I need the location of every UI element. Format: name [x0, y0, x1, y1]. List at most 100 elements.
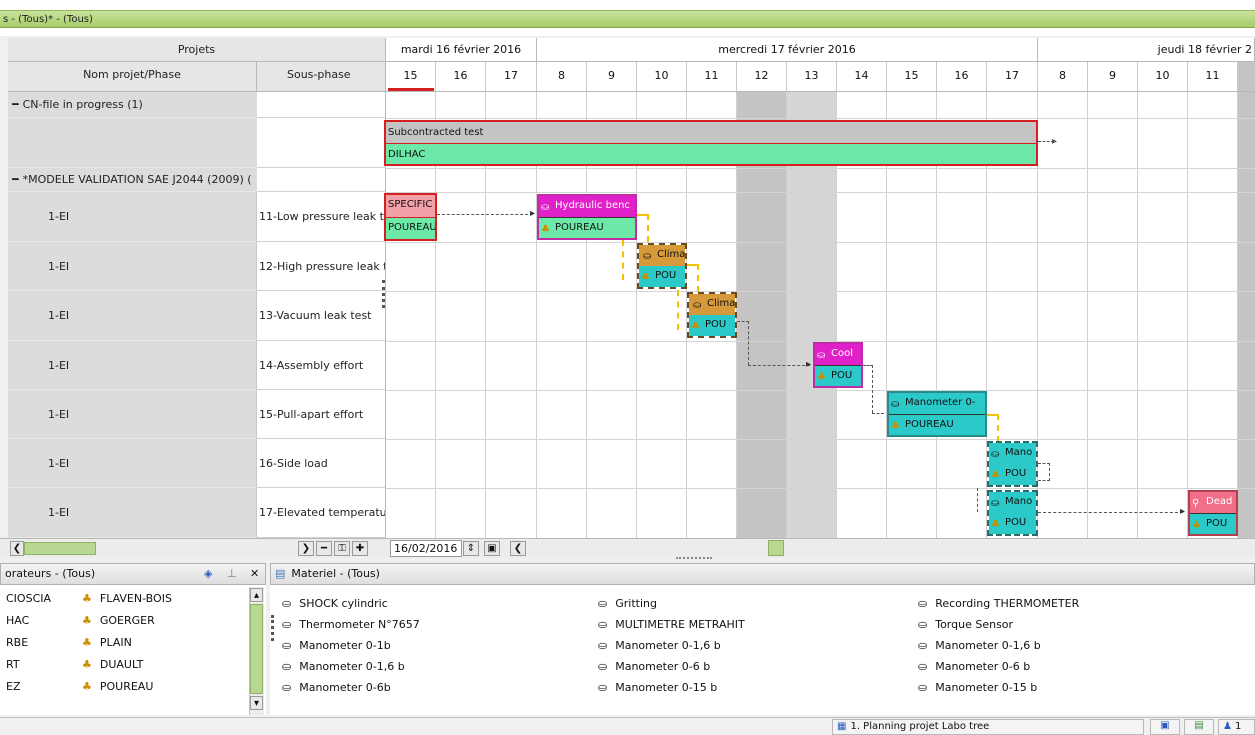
- hydraulic-task[interactable]: ⛀ Hydraulic benc ♣ POUREAU: [537, 194, 637, 240]
- equipment-icon: ⛀: [918, 681, 928, 694]
- equipment-icon: ⛀: [598, 597, 608, 610]
- collapse-all-button[interactable]: ━: [316, 541, 332, 556]
- equipment-icon: ⛀: [991, 449, 1000, 460]
- status-task[interactable]: ▦ 1. Planning projet Labo tree: [832, 719, 1144, 735]
- grid-row: [386, 488, 1255, 489]
- task-row-name[interactable]: 1-EI: [8, 341, 257, 390]
- gantt-scroll-left[interactable]: ❮: [510, 541, 526, 556]
- task-row-subphase[interactable]: 13-Vacuum leak test: [257, 291, 386, 341]
- cool-label: ⛀ Cool: [815, 344, 861, 365]
- cool-task[interactable]: ⛀ Cool ♣ POU: [813, 342, 863, 388]
- collab-name[interactable]: HAC: [6, 609, 66, 631]
- panel-splitter[interactable]: [676, 557, 712, 560]
- arrow-right-icon: ▸: [530, 208, 536, 219]
- specific-task[interactable]: SPECIFIC POUREAU: [384, 193, 437, 241]
- date-spinner-icon[interactable]: ⇕: [463, 541, 479, 556]
- user-count[interactable]: ♟ 1: [1218, 719, 1255, 735]
- materiel-item[interactable]: ⛀ Gritting: [598, 593, 888, 614]
- grid-row: [386, 291, 1255, 292]
- splitter-handle[interactable]: [382, 280, 385, 308]
- monitor-icon[interactable]: ▣: [1150, 719, 1180, 735]
- materiel-item[interactable]: ⛀ MULTIMETRE METRAHIT: [598, 614, 888, 635]
- task-row-subphase[interactable]: 15-Pull-apart effort: [257, 390, 386, 439]
- clima-task-1[interactable]: ⛀ Clima ♣ POU: [637, 243, 687, 289]
- toolbar-row: [0, 538, 1255, 558]
- sous-phase-label: Sous-phase: [287, 68, 351, 81]
- lock-icon[interactable]: ⚿: [334, 541, 350, 556]
- mano-task-2[interactable]: ⛀ Mano ♣ POU: [987, 490, 1038, 536]
- equipment-icon: ⛀: [643, 251, 652, 262]
- manometer-task[interactable]: ⛀ Manometer 0- ♣ POUREAU: [887, 391, 987, 437]
- materiel-item[interactable]: ⛀ Manometer 0-1,6 b: [282, 656, 572, 677]
- collapse-icon[interactable]: ━: [12, 173, 19, 186]
- materiel-icon: ▤: [275, 567, 286, 580]
- header-sous-phase[interactable]: Sous-phase A↓: [257, 62, 386, 107]
- calendar-icon[interactable]: ▣: [484, 541, 500, 556]
- day-header-wed: mercredi 17 février 2016: [537, 38, 1038, 62]
- header-nom-projet[interactable]: Nom projet/Phase: [8, 62, 257, 92]
- collab-item[interactable]: ♣ GOERGER: [82, 609, 242, 631]
- pin-icon[interactable]: ◈: [204, 564, 212, 584]
- task-row-subphase[interactable]: 14-Assembly effort: [257, 341, 386, 390]
- materiel-item[interactable]: ⛀ Manometer 0-15 b: [598, 677, 888, 698]
- collab-item[interactable]: ♣ DUAULT: [82, 653, 242, 675]
- mano-task-1[interactable]: ⛀ Mano ♣ POU: [987, 441, 1038, 487]
- task-row-subphase[interactable]: 16-Side load: [257, 439, 386, 488]
- thumbtack-icon[interactable]: ⊥: [227, 564, 237, 584]
- collab-name[interactable]: RT: [6, 653, 66, 675]
- collab-item[interactable]: ♣ PLAIN: [82, 631, 242, 653]
- materiel-item[interactable]: ⛀ Manometer 0-6b: [282, 677, 572, 698]
- person-icon: ♣: [541, 224, 550, 235]
- calendar-grid-icon[interactable]: ▤: [1184, 719, 1214, 735]
- collab-item[interactable]: ♣ POUREAU: [82, 675, 242, 697]
- task-row-subphase[interactable]: 12-High pressure leak te: [257, 242, 386, 291]
- hour-header: 11: [687, 62, 737, 92]
- materiel-item[interactable]: ⛀ Manometer 0-6 b: [598, 656, 888, 677]
- scroll-left-button[interactable]: ❮: [10, 541, 24, 556]
- next-button[interactable]: ❯: [298, 541, 314, 556]
- materiel-item[interactable]: ⛀ Thermometer N°7657: [282, 614, 572, 635]
- task-row-name[interactable]: 1-EI: [8, 192, 257, 242]
- task-row-name[interactable]: 1-EI: [8, 390, 257, 439]
- group-row-cn-file[interactable]: ━ CN-file in progress (1): [8, 92, 257, 118]
- expand-all-button[interactable]: ✚: [352, 541, 368, 556]
- scroll-up-button[interactable]: ▴: [250, 588, 263, 602]
- gantt-scroll-thumb[interactable]: [768, 540, 784, 556]
- materiel-item[interactable]: ⛀ Manometer 0-1,6 b: [918, 635, 1218, 656]
- equipment-icon: ⛀: [918, 639, 928, 652]
- task-row-name[interactable]: 1-EI: [8, 488, 257, 538]
- materiel-item[interactable]: ⛀ Torque Sensor: [918, 614, 1218, 635]
- collapse-icon[interactable]: ━: [12, 98, 19, 111]
- task-row-subphase[interactable]: 17-Elevated temperatu: [257, 488, 386, 538]
- scroll-down-button[interactable]: ▾: [250, 696, 263, 710]
- subcontracted-task[interactable]: Subcontracted test DILHAC: [384, 120, 1038, 166]
- materiel-item[interactable]: ⛀ Manometer 0-1b: [282, 635, 572, 656]
- dead-task[interactable]: ⚲ Dead ♣ POU: [1188, 490, 1238, 536]
- collab-name[interactable]: EZ: [6, 675, 66, 697]
- materiel-item[interactable]: ⛀ Manometer 0-1,6 b: [598, 635, 888, 656]
- materiel-item[interactable]: ⛀ Manometer 0-15 b: [918, 677, 1218, 698]
- task-row-subphase[interactable]: 11-Low pressure leak te: [257, 192, 386, 242]
- vertical-scroll-thumb[interactable]: [250, 604, 263, 694]
- collab-name[interactable]: RBE: [6, 631, 66, 653]
- task-row-name[interactable]: 1-EI: [8, 439, 257, 488]
- close-icon[interactable]: ✕: [250, 564, 259, 584]
- splitter-handle[interactable]: [271, 615, 274, 641]
- grid-col: [1188, 92, 1238, 538]
- task-row-name[interactable]: 1-EI: [8, 242, 257, 291]
- horizontal-scroll-thumb[interactable]: [24, 542, 96, 555]
- collab-name[interactable]: CIOSCIA: [6, 587, 66, 609]
- materiel-item[interactable]: ⛀ Recording THERMOMETER: [918, 593, 1218, 614]
- materiel-item[interactable]: ⛀ SHOCK cylindric: [282, 593, 572, 614]
- task-row-name[interactable]: 1-EI: [8, 291, 257, 341]
- link-yellow: [677, 290, 679, 330]
- collab-item[interactable]: ♣ FLAVEN-BOIS: [82, 587, 242, 609]
- group-row-modele[interactable]: ━ *MODELE VALIDATION SAE J2044 (2009) (: [8, 168, 257, 192]
- hour-header: 14: [837, 62, 887, 92]
- date-input[interactable]: 16/02/2016: [390, 540, 462, 557]
- dependency-link: [748, 365, 810, 366]
- materiel-item[interactable]: ⛀ Manometer 0-6 b: [918, 656, 1218, 677]
- clima-task-2[interactable]: ⛀ Clima ♣ POU: [687, 292, 737, 338]
- mano-label: ⛀ Mano: [989, 492, 1036, 513]
- person-icon: ♣: [991, 519, 1000, 530]
